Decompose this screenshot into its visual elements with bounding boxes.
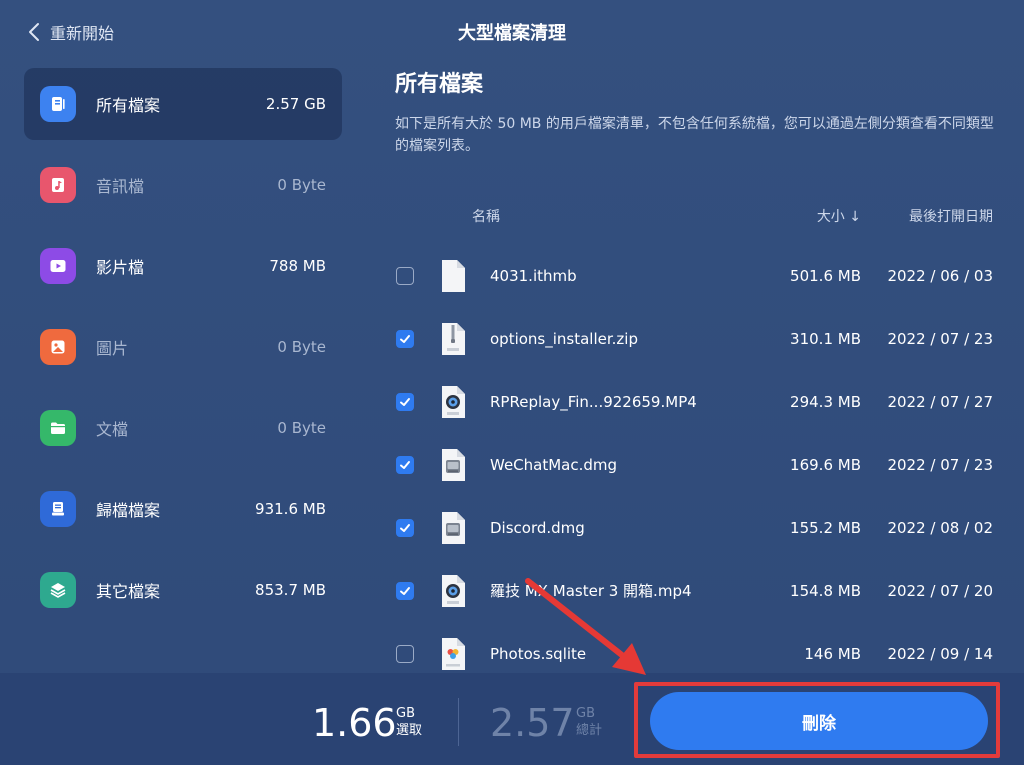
checkmark-icon	[400, 460, 410, 469]
file-date: 2022 / 07 / 23	[887, 329, 993, 348]
zip-file-icon	[442, 322, 465, 355]
row-checkbox[interactable]	[396, 581, 414, 600]
total-size-value: 2.57	[490, 701, 575, 745]
selected-label: 選取	[396, 723, 423, 738]
checkmark-icon	[400, 397, 410, 406]
blank-file-icon	[442, 259, 465, 292]
file-date: 2022 / 07 / 27	[887, 392, 993, 411]
table-row[interactable]: 4031.ithmb 501.6 MB 2022 / 06 / 03	[395, 244, 993, 307]
window-title: 大型檔案清理	[458, 23, 566, 44]
delete-button[interactable]: 刪除	[650, 692, 988, 750]
total-unit-text: GB	[576, 706, 595, 721]
chevron-left-icon	[29, 23, 39, 41]
dmg-file-icon	[442, 511, 465, 544]
file-size: 154.8 MB	[790, 581, 861, 600]
selected-unit-text: GB	[396, 706, 415, 721]
sidebar-item-all-files[interactable]: 所有檔案 2.57 GB	[24, 68, 342, 140]
row-checkbox[interactable]	[396, 455, 414, 474]
sidebar-item-size: 853.7 MB	[255, 581, 326, 599]
table-row[interactable]: options_installer.zip 310.1 MB 2022 / 07…	[395, 307, 993, 370]
row-checkbox[interactable]	[396, 329, 414, 348]
sidebar-item-documents[interactable]: 文檔 0 Byte	[24, 392, 342, 464]
file-date: 2022 / 07 / 20	[887, 581, 993, 600]
page-title: 所有檔案	[395, 72, 484, 97]
file-size: 310.1 MB	[790, 329, 861, 348]
row-checkbox[interactable]	[396, 392, 414, 411]
file-date: 2022 / 07 / 23	[887, 455, 993, 474]
column-name-header[interactable]: 名稱	[472, 206, 500, 226]
file-size: 501.6 MB	[790, 266, 861, 285]
checkmark-icon	[400, 334, 410, 343]
sidebar-item-label: 所有檔案	[96, 96, 161, 115]
category-sidebar: 所有檔案 2.57 GB 音訊檔 0 Byte 影片檔 788 MB 圖片 0 …	[24, 68, 342, 635]
sidebar-item-size: 0 Byte	[277, 338, 326, 356]
total-label: 總計	[576, 723, 603, 738]
file-date: 2022 / 08 / 02	[887, 518, 993, 537]
checkmark-icon	[400, 523, 410, 532]
back-button[interactable]: 重新開始	[28, 20, 114, 44]
file-size: 294.3 MB	[790, 392, 861, 411]
all-files-icon	[40, 86, 76, 122]
image-icon	[40, 329, 76, 365]
sidebar-item-label: 影片檔	[96, 258, 145, 277]
sidebar-item-size: 2.57 GB	[265, 95, 326, 113]
column-date-header[interactable]: 最後打開日期	[909, 206, 993, 226]
file-name: WeChatMac.dmg	[490, 455, 618, 474]
row-checkbox[interactable]	[396, 644, 414, 663]
file-date: 2022 / 06 / 03	[887, 266, 993, 285]
video-icon	[40, 248, 76, 284]
file-name: 羅技 MX Master 3 開箱.mp4	[490, 582, 692, 600]
file-size: 169.6 MB	[790, 455, 861, 474]
sqlite-file-icon	[442, 637, 465, 670]
sidebar-item-label: 歸檔檔案	[96, 501, 161, 520]
sidebar-item-size: 931.6 MB	[255, 500, 326, 518]
mp4-file-icon	[442, 574, 465, 607]
table-row[interactable]: WeChatMac.dmg 169.6 MB 2022 / 07 / 23	[395, 433, 993, 496]
file-date: 2022 / 09 / 14	[887, 644, 993, 663]
sidebar-item-label: 圖片	[96, 339, 129, 358]
row-checkbox[interactable]	[396, 518, 414, 537]
table-row[interactable]: RPReplay_Fin...922659.MP4 294.3 MB 2022 …	[395, 370, 993, 433]
audio-icon	[40, 167, 76, 203]
folder-icon	[40, 410, 76, 446]
selected-size-value: 1.66	[312, 701, 397, 745]
sidebar-item-label: 文檔	[96, 420, 129, 439]
back-label: 重新開始	[50, 24, 115, 43]
selected-size-unit: GB 選取	[396, 705, 422, 739]
mp4-file-icon	[442, 385, 465, 418]
file-name: options_installer.zip	[490, 329, 638, 348]
sidebar-item-size: 0 Byte	[277, 176, 326, 194]
sidebar-item-label: 音訊檔	[96, 177, 145, 196]
page-description: 如下是所有大於 50 MB 的用戶檔案清單，不包含任何系統檔，您可以通過左側分類…	[395, 116, 994, 154]
file-name: 4031.ithmb	[490, 266, 577, 285]
total-size-unit: GB 總計	[576, 705, 602, 739]
table-header: 名稱 大小 ↓ 最後打開日期	[395, 206, 993, 230]
file-name: RPReplay_Fin...922659.MP4	[490, 392, 697, 411]
sidebar-item-images[interactable]: 圖片 0 Byte	[24, 311, 342, 383]
column-size-header[interactable]: 大小 ↓	[817, 206, 861, 226]
sidebar-item-video[interactable]: 影片檔 788 MB	[24, 230, 342, 302]
file-name: Photos.sqlite	[490, 644, 587, 663]
file-name: Discord.dmg	[490, 518, 585, 537]
file-table: 4031.ithmb 501.6 MB 2022 / 06 / 03 optio…	[395, 244, 993, 685]
sidebar-item-label: 其它檔案	[96, 582, 161, 601]
row-checkbox[interactable]	[396, 266, 414, 285]
sidebar-item-archives[interactable]: 歸檔檔案 931.6 MB	[24, 473, 342, 545]
file-size: 155.2 MB	[790, 518, 861, 537]
sidebar-item-audio[interactable]: 音訊檔 0 Byte	[24, 149, 342, 221]
sidebar-item-size: 788 MB	[269, 257, 326, 275]
file-list-panel: 所有檔案 如下是所有大於 50 MB 的用戶檔案清單，不包含任何系統檔，您可以通…	[395, 66, 995, 670]
archive-icon	[40, 491, 76, 527]
checkmark-icon	[400, 586, 410, 595]
layers-icon	[40, 572, 76, 608]
dmg-file-icon	[442, 448, 465, 481]
table-row[interactable]: 羅技 MX Master 3 開箱.mp4 154.8 MB 2022 / 07…	[395, 559, 993, 622]
app-window: 重新開始 大型檔案清理 所有檔案 2.57 GB 音訊檔 0 Byte 影片檔 …	[0, 0, 1024, 765]
table-row[interactable]: Discord.dmg 155.2 MB 2022 / 08 / 02	[395, 496, 993, 559]
file-size: 146 MB	[804, 644, 861, 663]
sidebar-item-size: 0 Byte	[277, 419, 326, 437]
divider	[458, 698, 459, 746]
sidebar-item-other[interactable]: 其它檔案 853.7 MB	[24, 554, 342, 626]
